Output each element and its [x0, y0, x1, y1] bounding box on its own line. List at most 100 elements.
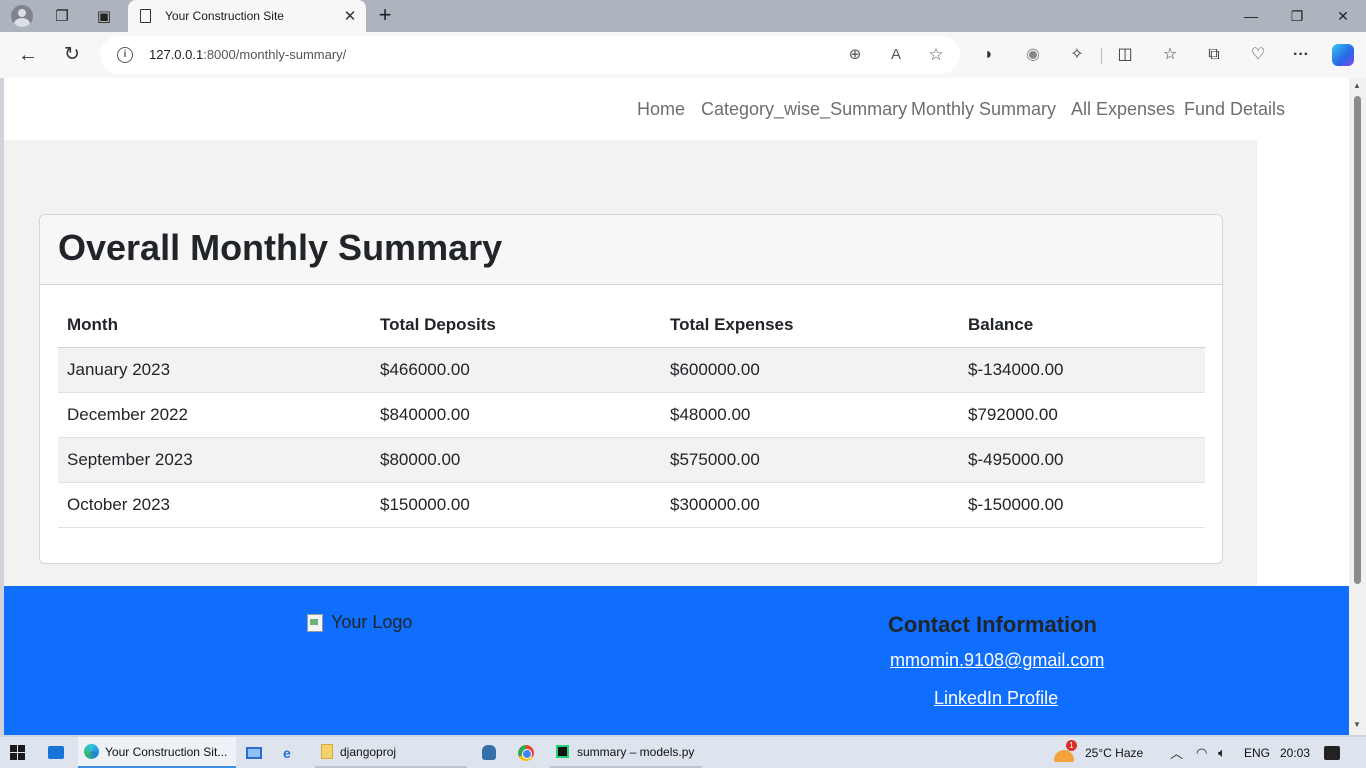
- main-content: Overall Monthly Summary Month Total Depo…: [4, 140, 1257, 586]
- more-menu-icon[interactable]: ···: [1288, 43, 1314, 67]
- table-row: October 2023 $150000.00 $300000.00 $-150…: [58, 482, 1205, 528]
- footer-logo: Your Logo: [307, 612, 412, 633]
- taskbar-edge-label: Your Construction Sit...: [105, 744, 228, 759]
- split-screen-icon[interactable]: ◫: [1112, 43, 1138, 67]
- broken-image-icon: [307, 613, 323, 632]
- tab-title: Your Construction Site: [165, 9, 284, 23]
- site-info-icon[interactable]: i: [117, 47, 133, 63]
- reload-button[interactable]: ↻: [58, 42, 86, 68]
- linkedin-link[interactable]: LinkedIn Profile: [934, 688, 1058, 709]
- cell-month: December 2022: [58, 392, 371, 438]
- ie-icon[interactable]: e: [283, 737, 301, 768]
- folder-icon: [321, 744, 333, 759]
- taskbar-pycharm-label: summary – models.py: [577, 744, 695, 759]
- weather-text[interactable]: 25°C Haze: [1085, 737, 1143, 768]
- cell-expenses: $48000.00: [661, 392, 959, 438]
- camera-icon[interactable]: ◉: [1020, 43, 1046, 67]
- table-row: December 2022 $840000.00 $48000.00 $7920…: [58, 392, 1205, 438]
- volume-icon[interactable]: 🔈︎: [1218, 737, 1226, 768]
- page-scrollbar[interactable]: ▲ ▼: [1349, 78, 1366, 735]
- column-header-month: Month: [58, 303, 371, 348]
- minimize-button[interactable]: —: [1228, 4, 1274, 28]
- cell-balance: $792000.00: [959, 392, 1205, 438]
- url-host: 127.0.0.1: [149, 47, 204, 62]
- mail-icon[interactable]: [48, 737, 66, 768]
- close-tab-icon[interactable]: ✕: [338, 7, 362, 25]
- cell-deposits: $150000.00: [371, 482, 661, 528]
- url-text[interactable]: 127.0.0.1:8000/monthly-summary/: [149, 47, 346, 62]
- start-icon[interactable]: [10, 737, 26, 768]
- email-link[interactable]: mmomin.9108@gmail.com: [890, 650, 1104, 671]
- language-indicator[interactable]: ENG: [1244, 737, 1270, 768]
- logo-alt-text: Your Logo: [331, 612, 413, 632]
- cell-expenses: $300000.00: [661, 482, 959, 528]
- scroll-up-icon[interactable]: ▲: [1353, 81, 1361, 90]
- page-viewport: Home Category_wise_Summary Monthly Summa…: [4, 78, 1349, 735]
- close-window-button[interactable]: ✕: [1320, 4, 1366, 28]
- site-navbar: Home Category_wise_Summary Monthly Summa…: [4, 78, 1349, 140]
- new-tab-button[interactable]: +: [372, 4, 398, 28]
- page-title: Overall Monthly Summary: [58, 227, 503, 268]
- scroll-down-icon[interactable]: ▼: [1353, 720, 1361, 729]
- cell-balance: $-150000.00: [959, 482, 1205, 528]
- column-header-deposits: Total Deposits: [371, 303, 661, 348]
- cell-balance: $-134000.00: [959, 347, 1205, 393]
- performance-icon[interactable]: ♡: [1245, 43, 1271, 67]
- taskbar-edge-window[interactable]: Your Construction Sit...: [78, 737, 236, 768]
- toolbar-divider: [1101, 48, 1102, 64]
- collections-icon[interactable]: ⧉: [1201, 43, 1227, 67]
- cell-deposits: $80000.00: [371, 437, 661, 483]
- cell-expenses: $575000.00: [661, 437, 959, 483]
- profile-icon[interactable]: [8, 4, 36, 28]
- nav-fund-details-link[interactable]: Fund Details: [1184, 99, 1285, 120]
- browser-tab[interactable]: Your Construction Site ✕: [128, 0, 366, 32]
- add-favorite-icon[interactable]: ☆: [924, 44, 948, 66]
- clock[interactable]: 20:03: [1280, 737, 1310, 768]
- chrome-icon[interactable]: [518, 737, 536, 768]
- table-header-row: Month Total Deposits Total Expenses Bala…: [58, 303, 1205, 348]
- cell-balance: $-495000.00: [959, 437, 1205, 483]
- address-bar[interactable]: i 127.0.0.1:8000/monthly-summary/ ⊕ A ☆: [100, 36, 960, 74]
- table-row: January 2023 $466000.00 $600000.00 $-134…: [58, 347, 1205, 393]
- extensions-icon[interactable]: ✧: [1064, 43, 1090, 67]
- summary-card: Overall Monthly Summary Month Total Depo…: [39, 214, 1223, 564]
- cell-expenses: $600000.00: [661, 347, 959, 393]
- card-header: Overall Monthly Summary: [40, 215, 1222, 285]
- taskbar-pycharm-window[interactable]: summary – models.py: [550, 737, 702, 768]
- nav-home-link[interactable]: Home: [637, 99, 685, 120]
- wifi-icon[interactable]: ◠: [1196, 737, 1207, 768]
- copilot-icon[interactable]: [1330, 43, 1356, 67]
- edge-icon: [84, 744, 99, 759]
- rss-icon[interactable]: ◗: [976, 43, 1002, 67]
- monthly-summary-table: Month Total Deposits Total Expenses Bala…: [58, 303, 1205, 528]
- windows-taskbar: Your Construction Sit... e djangoproj su…: [0, 737, 1366, 768]
- notification-icon[interactable]: [1324, 737, 1340, 768]
- column-header-expenses: Total Expenses: [661, 303, 959, 348]
- chevron-up-icon[interactable]: ︿: [1170, 737, 1183, 768]
- weather-badge: 1: [1066, 740, 1077, 751]
- browser-tab-strip: ❐ ▣ Your Construction Site ✕ + — ❐ ✕: [0, 0, 1366, 32]
- postgres-icon[interactable]: [482, 737, 500, 768]
- site-footer: Your Logo Contact Information mmomin.910…: [4, 586, 1349, 735]
- nav-monthly-summary-link[interactable]: Monthly Summary: [911, 99, 1056, 120]
- taskbar-folder-label: djangoproj: [340, 744, 397, 759]
- tab-actions-icon[interactable]: ▣: [90, 4, 118, 28]
- restore-button[interactable]: ❐: [1274, 4, 1320, 28]
- cell-month: October 2023: [58, 482, 371, 528]
- cell-deposits: $466000.00: [371, 347, 661, 393]
- nav-category-summary-link[interactable]: Category_wise_Summary: [701, 99, 907, 120]
- nav-all-expenses-link[interactable]: All Expenses: [1071, 99, 1175, 120]
- url-path: :8000/monthly-summary/: [203, 47, 347, 62]
- monitor-icon[interactable]: [246, 737, 264, 768]
- contact-heading: Contact Information: [888, 612, 1097, 637]
- taskbar-folder-window[interactable]: djangoproj: [315, 737, 467, 768]
- column-header-balance: Balance: [959, 303, 1205, 348]
- zoom-icon[interactable]: ⊕: [843, 44, 867, 66]
- cell-deposits: $840000.00: [371, 392, 661, 438]
- favorites-icon[interactable]: ☆: [1157, 43, 1183, 67]
- workspaces-icon[interactable]: ❐: [48, 4, 76, 28]
- back-button[interactable]: ←: [14, 42, 42, 68]
- scroll-thumb[interactable]: [1354, 96, 1361, 584]
- page-icon: [140, 9, 151, 23]
- read-aloud-icon[interactable]: A: [884, 44, 908, 66]
